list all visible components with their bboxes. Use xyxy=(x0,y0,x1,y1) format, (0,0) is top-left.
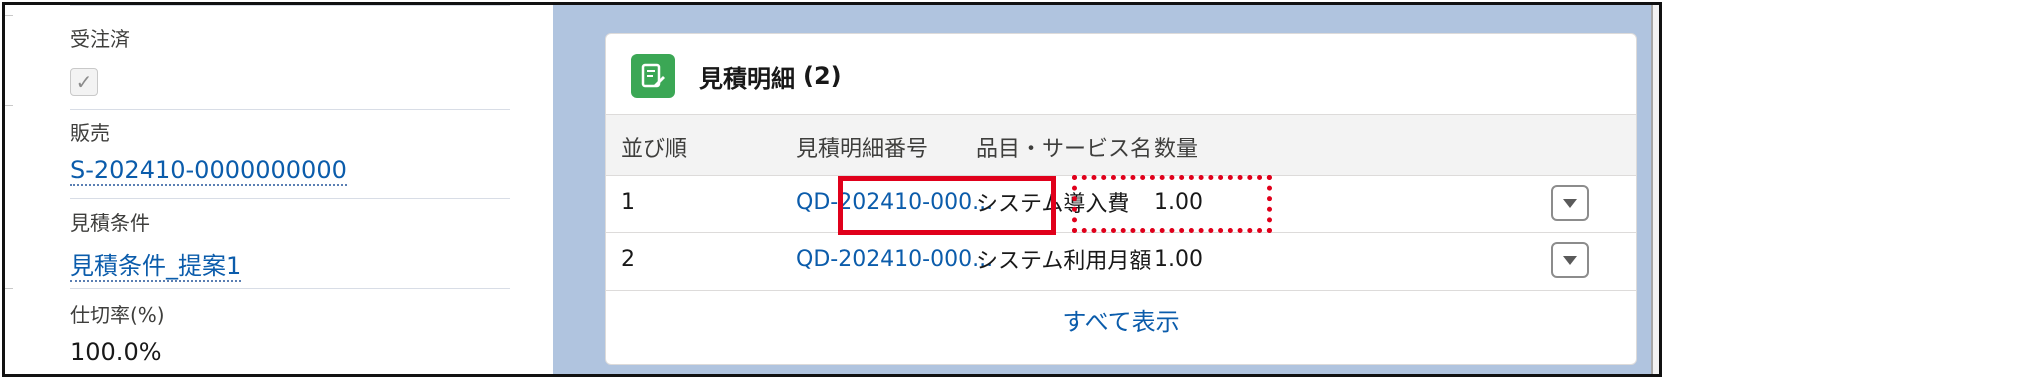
highlight-box-dotted xyxy=(1072,175,1272,233)
row-item: システム利用月額 xyxy=(976,249,1152,274)
field-label: 仕切率(%) xyxy=(70,303,165,327)
field-label: 販売 xyxy=(70,121,110,145)
row-order: 2 xyxy=(621,247,635,272)
column-header-order[interactable]: 並び順 xyxy=(621,131,687,163)
divider xyxy=(70,198,510,199)
screenshot-frame: 受注済 ✓ 販売 S-202410-0000000000 見積条件 見積条件_提… xyxy=(2,2,1662,377)
field-label: 見積条件 xyxy=(70,211,150,235)
row-number-link[interactable]: QD-202410-000... xyxy=(796,247,993,272)
record-detail-panel: 受注済 ✓ 販売 S-202410-0000000000 見積条件 見積条件_提… xyxy=(5,5,545,374)
divider xyxy=(5,105,13,106)
table-row: 2 QD-202410-000... システム利用月額 1.00 xyxy=(606,233,1636,291)
field-sales: 販売 S-202410-0000000000 xyxy=(70,117,510,186)
sales-link[interactable]: S-202410-0000000000 xyxy=(70,156,347,186)
checkmark-icon: ✓ xyxy=(75,70,93,94)
card-header: 見積明細 (2) xyxy=(631,54,842,98)
field-ordered: 受注済 ✓ xyxy=(70,23,510,96)
card-title[interactable]: 見積明細 xyxy=(699,59,795,94)
divider xyxy=(5,15,13,16)
view-all-link[interactable]: すべて表示 xyxy=(606,302,1636,337)
field-rate: 仕切率(%) 100.0% xyxy=(70,299,510,366)
scrollbar[interactable] xyxy=(1651,5,1659,374)
card-count: (2) xyxy=(803,62,842,90)
quote-line-item-icon xyxy=(631,54,675,98)
row-qty: 1.00 xyxy=(1154,247,1203,272)
divider xyxy=(70,5,510,6)
divider xyxy=(70,109,510,110)
column-header-number[interactable]: 見積明細番号 xyxy=(796,131,928,163)
field-label: 受注済 xyxy=(70,27,130,51)
column-header-item[interactable]: 品目・サービス名 xyxy=(976,131,1152,163)
column-header-qty[interactable]: 数量 xyxy=(1154,131,1198,163)
chevron-down-icon xyxy=(1563,198,1577,208)
quote-condition-link[interactable]: 見積条件_提案1 xyxy=(70,252,242,282)
divider xyxy=(5,288,13,289)
ordered-checkbox: ✓ xyxy=(70,68,98,96)
table-header: 並び順 見積明細番号 品目・サービス名 数量 xyxy=(606,114,1636,176)
chevron-down-icon xyxy=(1563,255,1577,265)
divider xyxy=(70,288,510,289)
row-order: 1 xyxy=(621,190,635,215)
highlight-box-solid xyxy=(838,176,1056,235)
rate-value: 100.0% xyxy=(70,338,162,366)
row-action-menu-button[interactable] xyxy=(1551,185,1589,221)
field-quote-condition: 見積条件 見積条件_提案1 xyxy=(70,207,510,282)
row-action-menu-button[interactable] xyxy=(1551,242,1589,278)
